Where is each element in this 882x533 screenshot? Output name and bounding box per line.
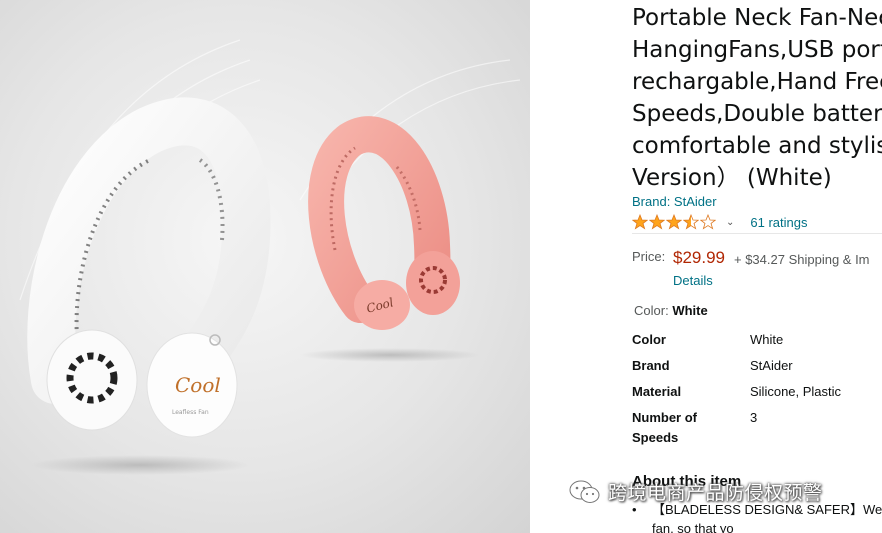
about-heading: About this item — [632, 473, 742, 490]
product-details-panel: Portable Neck Fan-Neck HangingFans,USB p… — [632, 0, 882, 533]
star-icon — [683, 214, 699, 230]
color-selection: Color: White — [634, 303, 708, 318]
chevron-down-icon[interactable]: ⌄ — [726, 217, 734, 228]
product-title: Portable Neck Fan-Neck HangingFans,USB p… — [632, 2, 882, 194]
spec-value: Silicone, Plastic — [750, 384, 842, 399]
color-value: White — [672, 303, 708, 318]
star-icon — [666, 214, 682, 230]
title-line: Speeds,Double battery, — [632, 101, 882, 127]
title-line: comfortable and stylish — [632, 133, 882, 159]
spec-key: Material — [632, 384, 682, 399]
bullet-text: 【BLADELESS DESIGN& SAFER】We developed th… — [652, 502, 882, 533]
star-icon — [649, 214, 665, 230]
title-line: HangingFans,USB porta — [632, 37, 882, 63]
spec-key: Color — [632, 332, 666, 347]
color-label: Color: — [634, 303, 669, 318]
fan-sub-white: Leafless Fan — [172, 409, 209, 416]
divider — [632, 233, 882, 234]
spec-key: Number of Speeds — [632, 410, 697, 445]
star-icon — [700, 214, 716, 230]
title-line: rechargable,Hand Free — [632, 69, 882, 95]
spec-value: 3 — [750, 410, 758, 425]
product-main-image[interactable]: Cool Leafless Fan Cool — [0, 0, 530, 533]
spec-key: Brand — [632, 358, 670, 373]
fan-logo-white: Cool — [175, 373, 221, 397]
shipping-cost: + $34.27 Shipping & Im — [734, 252, 870, 267]
spec-value: White — [750, 332, 784, 347]
title-line: Version） (White) — [632, 165, 832, 191]
rating-row: ⌄ 61 ratings — [632, 212, 807, 232]
star-rating[interactable] — [632, 214, 716, 230]
title-line: Portable Neck Fan-Neck — [632, 5, 882, 31]
price-value: $29.99 — [673, 248, 725, 267]
brand-link[interactable]: Brand: StAider — [632, 194, 717, 209]
shipping-details-link[interactable]: Details — [673, 273, 713, 288]
price-label: Price: — [632, 249, 666, 264]
spec-value: StAider — [750, 358, 793, 373]
bullet-dot: • — [632, 502, 637, 517]
wechat-icon — [569, 480, 600, 503]
neck-fan-illustration: Cool Leafless Fan Cool — [19, 39, 521, 475]
ratings-count-link[interactable]: 61 ratings — [750, 215, 807, 230]
star-icon — [632, 214, 648, 230]
